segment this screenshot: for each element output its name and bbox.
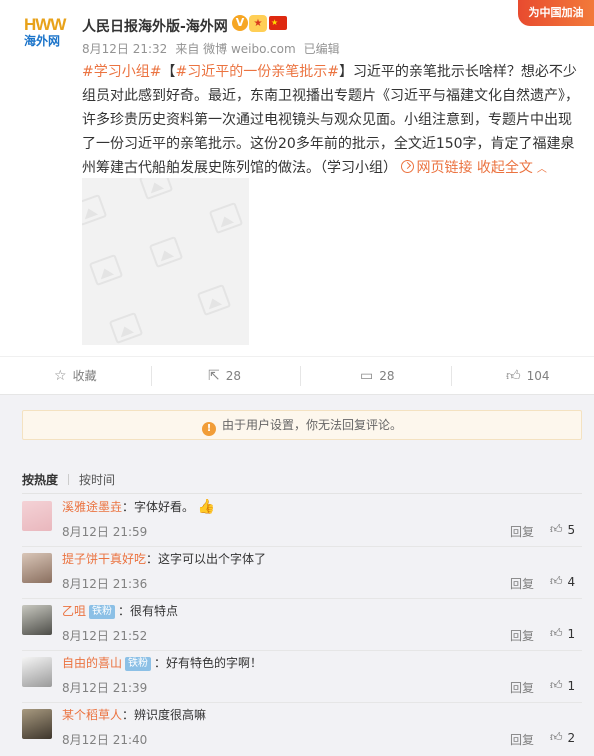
reply-button[interactable]: 回复 (510, 731, 534, 748)
post-image-placeholder[interactable] (82, 178, 249, 345)
reply-button[interactable]: 回复 (510, 627, 534, 644)
comment-time: 8月12日 21:52 (62, 629, 148, 643)
thumbs-up-emoji-icon: 👍 (197, 499, 216, 515)
reply-button[interactable]: 回复 (510, 679, 534, 696)
comment-username[interactable]: 自由的喜山 (62, 656, 122, 670)
comment-text: ：很有特点 (118, 604, 179, 618)
action-bar: ☆ 收藏 ⇱ 28 ▭ 28 👍︎ 104 (0, 356, 594, 394)
comment-time: 8月12日 21:59 (62, 525, 148, 539)
comment-item: 提子饼干真好吃：这字可以出个字体了 8月12日 21:36 回复 👍︎ 4 (0, 547, 594, 599)
web-link[interactable]: 网页链接 (401, 160, 472, 176)
warning-icon: ! (201, 422, 216, 436)
comment-text: ：字体好看。 (122, 500, 195, 514)
post-body: #学习小组#【#习近平的一份亲笔批示#】习近平的亲笔批示长啥样？想必不少组员对此… (82, 60, 582, 182)
comment-time: 8月12日 21:39 (62, 681, 148, 695)
comment-username[interactable]: 某个稻草人 (62, 708, 122, 722)
comment-time: 8月12日 21:40 (62, 733, 148, 747)
comment-username[interactable]: 提子饼干真好吃 (62, 552, 146, 566)
campaign-banner[interactable]: 为中国加油 (518, 0, 594, 26)
comment-item: 某个稻草人：辨识度很高嘛 8月12日 21:40 回复 👍︎ 2 (0, 703, 594, 755)
thumbs-up-icon: 👍︎ (550, 678, 563, 692)
post-time[interactable]: 8月12日 21:32 (82, 42, 167, 56)
image-icon (88, 253, 124, 287)
favorite-button[interactable]: ☆ 收藏 (54, 357, 97, 395)
thumbs-up-icon: 👍︎ (550, 522, 563, 536)
comment-button[interactable]: ▭ 28 (360, 357, 395, 395)
repost-icon: ⇱ (208, 368, 220, 384)
image-icon (208, 201, 244, 235)
author-avatar[interactable]: HWW 海外网 (24, 16, 68, 50)
comment-like-button[interactable]: 👍︎ 1 (550, 626, 575, 641)
comment-sort: 按热度 按时间 (22, 471, 115, 488)
image-icon (82, 193, 108, 227)
star-icon: ☆ (54, 368, 67, 384)
avatar[interactable] (22, 709, 52, 739)
topic-tag[interactable]: #习近平的一份亲笔批示# (175, 64, 338, 80)
post-meta: 8月12日 21:32 来自 微博 weibo.com 已编辑 (82, 40, 348, 57)
comment-text: ：辨识度很高嘛 (122, 708, 207, 722)
china-flag-icon: ★ (269, 16, 287, 30)
avatar[interactable] (22, 553, 52, 583)
comment-username[interactable]: 溪雅途墨垚 (62, 500, 122, 514)
thumbs-up-icon: 👍︎ (550, 730, 563, 744)
avatar[interactable] (22, 501, 52, 531)
comment-like-button[interactable]: 👍︎ 2 (550, 730, 575, 745)
comment-icon: ▭ (360, 368, 374, 384)
collapse-button[interactable]: 收起全文 ︿ (477, 160, 547, 176)
chevron-up-icon: ︿ (536, 164, 547, 175)
image-icon (138, 178, 174, 201)
topic-tag[interactable]: #学习小组# (82, 64, 161, 80)
fan-badge: 铁粉 (125, 657, 152, 671)
thumbs-up-icon: 👍︎ (506, 368, 521, 384)
comment-item: 自由的喜山 铁粉 ：好有特色的字啊！ 8月12日 21:39 回复 👍︎ 1 (0, 651, 594, 703)
image-icon (108, 311, 144, 345)
comment-like-button[interactable]: 👍︎ 5 (550, 522, 575, 537)
author-name[interactable]: 人民日报海外版-海外网 (82, 16, 228, 36)
thumbs-up-icon: 👍︎ (550, 626, 563, 640)
weibo-post: HWW 海外网 人民日报海外版-海外网 V ★ ★ 为中国加油 8月12日 21… (0, 0, 594, 356)
logo-mark: HWW (24, 15, 66, 34)
comment-like-button[interactable]: 👍︎ 4 (550, 574, 575, 589)
divider (22, 493, 582, 494)
comment-item: 乙咀 铁粉 ：很有特点 8月12日 21:52 回复 👍︎ 1 (0, 599, 594, 651)
member-badge-icon: ★ (249, 15, 267, 32)
avatar[interactable] (22, 605, 52, 635)
comment-item: 溪雅途墨垚：字体好看。 👍 8月12日 21:59 回复 👍︎ 5 (0, 495, 594, 547)
link-icon (401, 160, 415, 173)
verified-icon: V (232, 15, 248, 31)
like-button[interactable]: 👍︎ 104 (506, 357, 550, 395)
repost-button[interactable]: ⇱ 28 (208, 357, 241, 395)
comment-text: ：这字可以出个字体了 (146, 552, 267, 566)
reply-button[interactable]: 回复 (510, 523, 534, 540)
comment-like-button[interactable]: 👍︎ 1 (550, 678, 575, 693)
comment-username[interactable]: 乙咀 (62, 604, 86, 618)
sort-by-time[interactable]: 按时间 (79, 471, 115, 488)
sort-by-hot[interactable]: 按热度 (22, 471, 58, 488)
reply-button[interactable]: 回复 (510, 575, 534, 592)
divider (151, 366, 152, 386)
avatar[interactable] (22, 657, 52, 687)
divider (451, 366, 452, 386)
image-icon (196, 283, 232, 317)
reply-disabled-notice: ! 由于用户设置，你无法回复评论。 (22, 410, 582, 440)
comment-text: ：好有特色的字啊！ (154, 656, 263, 670)
comment-time: 8月12日 21:36 (62, 577, 148, 591)
post-source: 来自 微博 weibo.com (175, 42, 296, 56)
divider (68, 474, 70, 485)
edited-label[interactable]: 已编辑 (304, 42, 340, 56)
divider (300, 366, 301, 386)
comments-section: ! 由于用户设置，你无法回复评论。 按热度 按时间 溪雅途墨垚：字体好看。 👍 8月… (0, 394, 594, 756)
fan-badge: 铁粉 (89, 605, 116, 619)
image-icon (148, 235, 184, 269)
logo-text: 海外网 (24, 34, 61, 48)
thumbs-up-icon: 👍︎ (550, 574, 563, 588)
